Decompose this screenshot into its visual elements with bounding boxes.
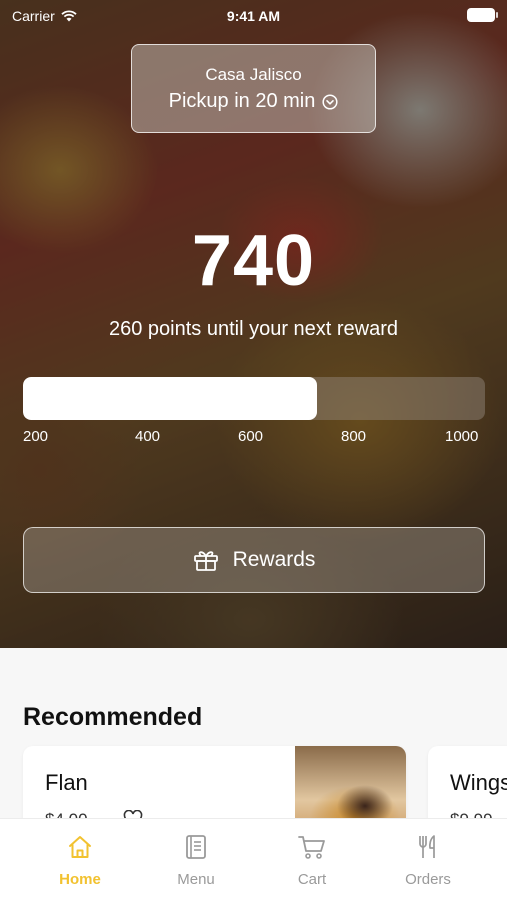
item-name: Wings — [450, 770, 507, 795]
points-balance: 740 — [191, 221, 316, 301]
menu-icon — [186, 835, 206, 859]
tab-cart[interactable]: Cart — [249, 819, 375, 900]
recommended-title: Recommended — [23, 703, 203, 731]
pickup-time-row: Pickup in 20 min — [132, 90, 375, 113]
progress-tick: 200 — [23, 428, 49, 445]
gift-icon — [193, 551, 218, 571]
progress-tick: 800 — [341, 428, 367, 445]
tab-label: Home — [59, 871, 101, 888]
tab-label: Cart — [297, 871, 327, 888]
tab-label: Orders — [405, 871, 451, 888]
pickup-time: Pickup in 20 min — [168, 90, 316, 112]
rewards-button[interactable]: Rewards — [23, 527, 485, 593]
chevron-down-circle-icon — [322, 93, 338, 110]
orders-icon — [419, 835, 435, 858]
home-icon — [69, 836, 91, 858]
cart-icon — [298, 836, 325, 859]
points-progress-fill — [23, 377, 317, 420]
tab-label: Menu — [177, 871, 215, 888]
progress-tick: 400 — [135, 428, 161, 445]
points-caption: 260 points until your next reward — [108, 318, 399, 340]
rewards-button-label: Rewards — [232, 548, 316, 571]
battery-icon — [467, 8, 498, 22]
restaurant-name: Casa Jalisco — [205, 65, 302, 84]
progress-tick: 600 — [238, 428, 264, 445]
item-name: Flan — [45, 770, 88, 795]
tab-home[interactable]: Home — [17, 819, 143, 900]
status-time: 9:41 AM — [226, 8, 281, 24]
status-bar: Carrier 9:41 AM — [0, 0, 507, 32]
tab-bar: Home Menu Cart Orders — [0, 818, 507, 900]
points-progress-bar — [23, 377, 485, 420]
tab-menu[interactable]: Menu — [133, 819, 259, 900]
location-selector[interactable]: Casa Jalisco Pickup in 20 min — [131, 44, 376, 133]
progress-tick: 1000 — [445, 428, 479, 445]
tab-orders[interactable]: Orders — [365, 819, 491, 900]
